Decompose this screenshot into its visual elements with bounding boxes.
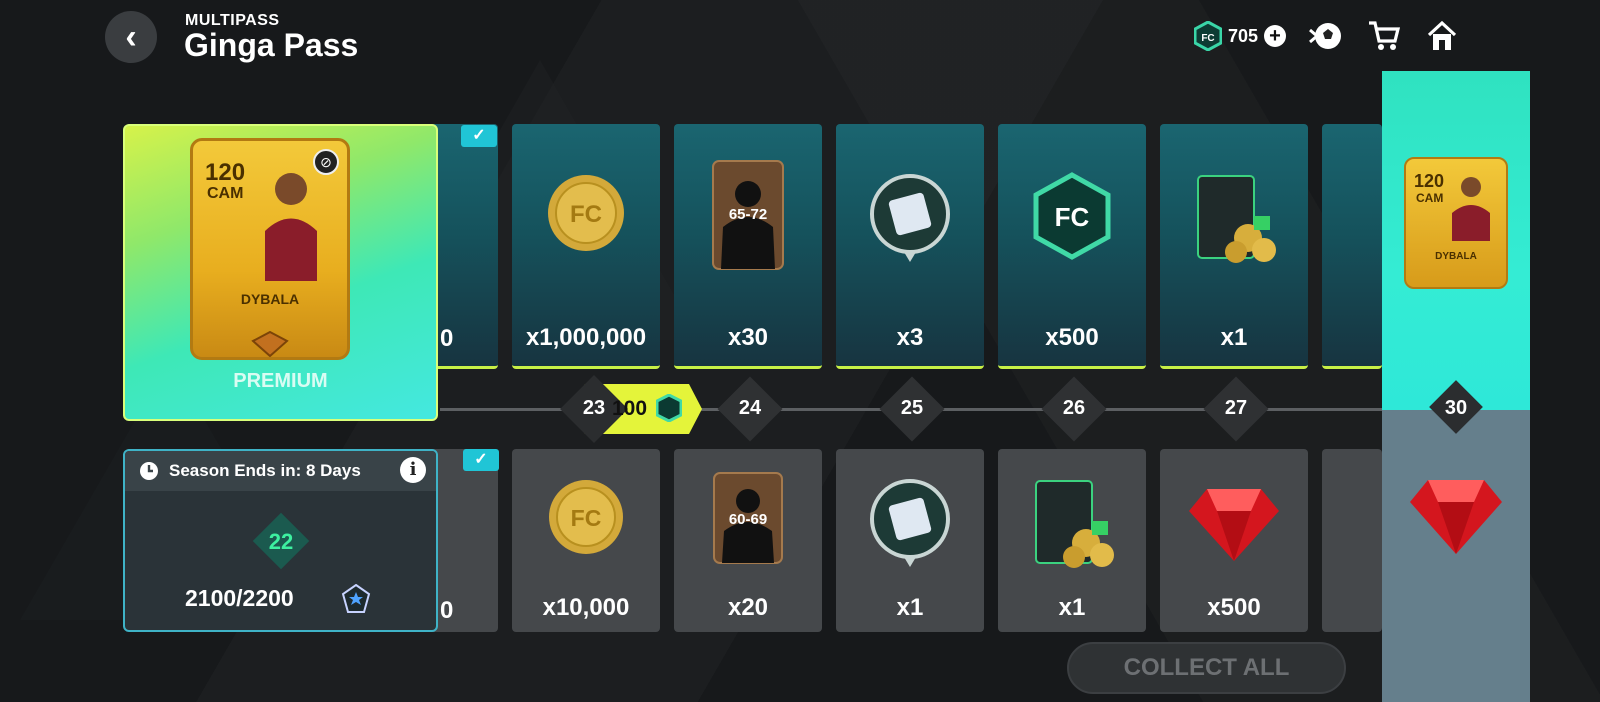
reward-tile-partial[interactable] — [1322, 124, 1382, 369]
reward-qty: x3 — [896, 324, 924, 351]
collect-all-button[interactable]: COLLECT ALL — [1067, 642, 1346, 694]
season-level: 22 — [268, 529, 294, 554]
svg-text:FC: FC — [1201, 33, 1214, 44]
player-portrait — [265, 173, 317, 281]
gem-icon — [1189, 489, 1279, 561]
player-portrait — [1452, 177, 1490, 241]
ticket-icon — [870, 479, 950, 567]
partial-qty: 0 — [440, 597, 454, 624]
season-xp: 2100/2200 — [185, 585, 294, 611]
reward-tile[interactable]: x1 — [998, 449, 1146, 632]
milestone-free — [1382, 410, 1530, 702]
coin-pack-icon — [1035, 480, 1114, 568]
pack-range: 65-72 — [728, 206, 768, 223]
chevron-left-icon: ‹ — [125, 17, 137, 56]
reward-qty: x500 — [1207, 594, 1261, 621]
reward-tile[interactable]: 60-69 x20 — [674, 449, 822, 632]
svg-text:FC: FC — [570, 201, 602, 228]
reward-tile[interactable]: x1 — [836, 449, 984, 632]
reward-qty: x500 — [1045, 324, 1099, 351]
points-balance: 705 — [1227, 25, 1258, 46]
page-title: Ginga Pass — [184, 27, 359, 63]
reward-tile[interactable]: FC x1,000,000 — [512, 124, 660, 369]
player-position: CAM — [1416, 191, 1444, 205]
reward-tile[interactable]: x3 — [836, 124, 984, 369]
reward-qty: x1 — [1058, 594, 1086, 621]
add-points-button[interactable]: + — [1264, 25, 1286, 47]
player-rating: 120 — [1414, 171, 1445, 191]
reward-tile[interactable]: 65-72 x30 — [674, 124, 822, 369]
reward-qty: x30 — [727, 324, 769, 351]
pack-range: 60-69 — [728, 511, 768, 528]
reward-qty: x1 — [1220, 324, 1248, 351]
player-position: CAM — [207, 185, 244, 202]
level-number: 24 — [738, 397, 762, 419]
coin-icon: FC — [549, 480, 623, 554]
milestone-level: 30 — [1444, 397, 1468, 419]
premium-label: PREMIUM — [233, 370, 328, 392]
reward-tile[interactable]: x1 — [1160, 124, 1308, 369]
current-level-points: 100 — [612, 397, 648, 420]
coin-icon: FC — [548, 175, 624, 251]
fc-points-icon: FC — [1193, 21, 1222, 51]
player-card: 120 CAM ⊘ DYBALA — [190, 138, 350, 360]
player-name: DYBALA — [1435, 251, 1477, 262]
partial-qty: 0 — [440, 325, 454, 352]
reward-qty: x10,000 — [542, 594, 630, 621]
svg-text:FC: FC — [571, 505, 602, 531]
fc-points-icon — [656, 394, 682, 422]
player-name: DYBALA — [240, 291, 300, 307]
level-number: 25 — [900, 397, 924, 419]
reward-tile[interactable]: FC x10,000 — [512, 449, 660, 632]
premium-reward-panel[interactable]: 120 CAM ⊘ DYBALA PREMIUM — [123, 124, 438, 421]
current-level: 23 — [582, 397, 606, 419]
season-ends-label: Season Ends in: 8 Days — [169, 461, 361, 480]
level-number: 26 — [1062, 397, 1086, 419]
cart-icon[interactable] — [1366, 18, 1402, 54]
reward-qty: x1,000,000 — [525, 324, 647, 351]
fc-points-icon: FC — [1033, 172, 1111, 260]
reward-qty: x20 — [727, 594, 769, 621]
football-icon[interactable] — [1308, 18, 1344, 54]
reward-tile-partial[interactable] — [1322, 449, 1382, 632]
svg-text:FC: FC — [1055, 202, 1090, 232]
player-card: 120 CAM DYBALA — [1404, 157, 1508, 289]
claimed-check-icon: ✓ — [461, 125, 497, 147]
milestone-premium: 120 CAM DYBALA — [1382, 71, 1530, 410]
reward-tile[interactable]: x500 — [1160, 449, 1308, 632]
back-button[interactable]: ‹ — [105, 11, 157, 63]
pass-screen: ‹ MULTIPASS Ginga Pass FC 705 + ✓ ✓ 0 0 … — [0, 0, 1600, 702]
currency-bar: FC 705 + — [1193, 18, 1460, 54]
reward-qty: x1 — [896, 594, 924, 621]
reward-tile[interactable]: FC x500 — [998, 124, 1146, 369]
claimed-check-icon: ✓ — [463, 449, 499, 471]
home-icon[interactable] — [1424, 18, 1460, 54]
shield-icon — [251, 331, 289, 357]
season-header: Season Ends in: 8 Days — [125, 451, 436, 491]
xp-star-icon — [341, 584, 371, 613]
info-icon[interactable]: i — [400, 457, 426, 483]
player-rating: 120 — [205, 159, 246, 186]
level-number: 27 — [1224, 397, 1248, 419]
season-progress-panel: Season Ends in: 8 Days i 22 2100/2200 — [123, 449, 438, 632]
clock-icon — [140, 462, 158, 480]
add-icon: + — [1269, 25, 1281, 47]
ticket-icon — [870, 174, 950, 262]
coin-pack-icon — [1197, 175, 1276, 263]
gem-icon — [1410, 480, 1502, 554]
